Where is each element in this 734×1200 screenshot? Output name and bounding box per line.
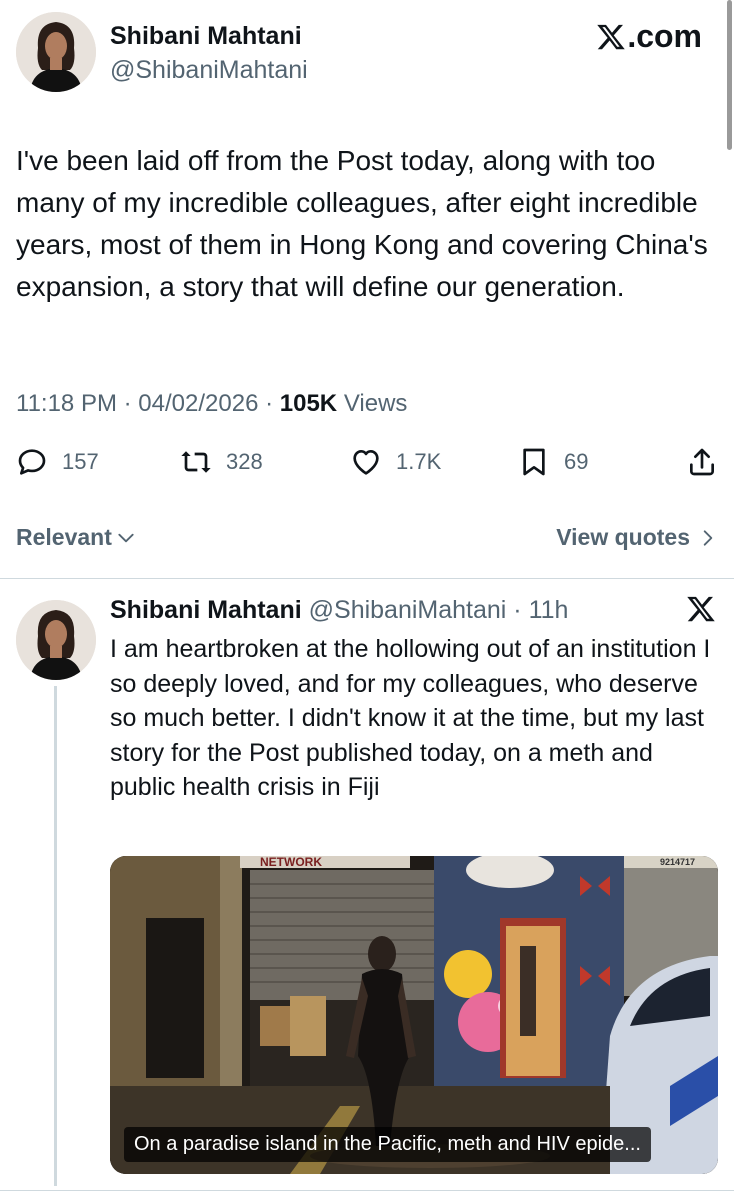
media-sign-text: NETWORK xyxy=(260,856,322,869)
reply-author-name[interactable]: Shibani Mahtani xyxy=(110,596,302,624)
tweet-meta: 11:18 PM · 04/02/2026 · 105K Views xyxy=(16,390,407,418)
bookmark-count: 69 xyxy=(564,449,589,474)
bookmark-button[interactable]: 69 xyxy=(518,446,588,478)
repost-icon xyxy=(181,451,211,473)
author-name[interactable]: Shibani Mahtani xyxy=(110,22,302,51)
views-count: 105K xyxy=(279,390,338,417)
repost-button[interactable]: 328 xyxy=(180,446,263,478)
view-quotes-label: View quotes xyxy=(556,524,690,550)
reply-header: Shibani Mahtani @ShibaniMahtani · 11h xyxy=(110,596,568,625)
action-bar: 157 328 1.7K 69 xyxy=(16,446,718,486)
sort-relevant-dropdown[interactable]: Relevant xyxy=(16,524,136,551)
like-count: 1.7K xyxy=(396,449,442,474)
views-label: Views xyxy=(343,390,408,417)
divider xyxy=(0,578,734,579)
share-icon xyxy=(690,448,714,476)
brand-text: .com xyxy=(627,18,702,54)
meta-separator: · xyxy=(506,596,529,624)
reply-sort-row: Relevant View quotes xyxy=(16,520,718,556)
brand-logo: .com xyxy=(596,18,702,55)
media-caption: On a paradise island in the Pacific, met… xyxy=(124,1127,651,1162)
share-button[interactable] xyxy=(686,446,732,478)
reply-button[interactable]: 157 xyxy=(16,446,99,478)
meta-separator: · xyxy=(265,390,280,417)
tweet-date[interactable]: 04/02/2026 xyxy=(138,390,258,417)
reply-time[interactable]: 11h xyxy=(529,596,569,624)
reply-icon xyxy=(18,449,46,475)
chevron-right-icon xyxy=(703,529,713,546)
reply-author-handle[interactable]: @ShibaniMahtani xyxy=(309,596,507,624)
thread-connector-line xyxy=(54,686,57,1186)
author-avatar[interactable] xyxy=(16,12,96,92)
reply-author-avatar[interactable] xyxy=(16,600,96,680)
divider xyxy=(0,1190,734,1191)
reply-text: I am heartbroken at the hollowing out of… xyxy=(110,635,711,801)
repost-count: 328 xyxy=(226,449,263,474)
media-plate-text: 9214717 xyxy=(660,857,695,867)
article-media-card[interactable]: NETWORK 9214717 On a paradise island in … xyxy=(110,856,718,1174)
sort-relevant-label: Relevant xyxy=(16,524,112,550)
x-logo-icon xyxy=(597,24,626,49)
view-quotes-link[interactable]: View quotes xyxy=(556,524,718,551)
scrollbar[interactable] xyxy=(727,0,732,150)
reply-count: 157 xyxy=(62,449,99,474)
bookmark-icon xyxy=(523,448,545,476)
chevron-down-icon xyxy=(118,533,134,542)
tweet-time[interactable]: 11:18 PM xyxy=(16,390,117,417)
x-logo-icon xyxy=(687,596,715,622)
meta-separator: · xyxy=(123,390,139,417)
tweet-text: I've been laid off from the Post today, … xyxy=(16,145,708,302)
like-button[interactable]: 1.7K xyxy=(350,446,441,478)
author-handle[interactable]: @ShibaniMahtani xyxy=(110,56,308,85)
heart-icon xyxy=(353,450,379,475)
